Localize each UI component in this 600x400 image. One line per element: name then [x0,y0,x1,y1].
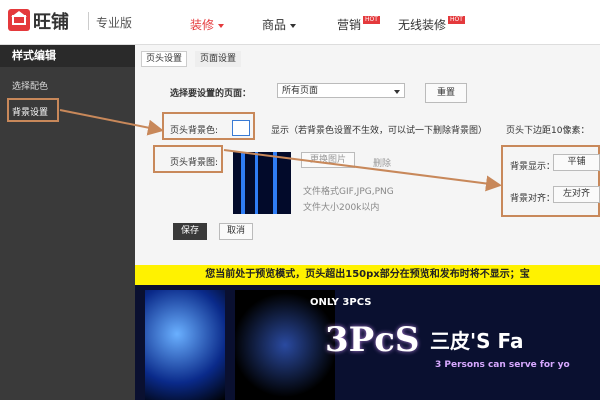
annotation-arrow [223,149,502,192]
annotation-arrow [59,109,164,136]
annotation-arrows [59,109,502,192]
